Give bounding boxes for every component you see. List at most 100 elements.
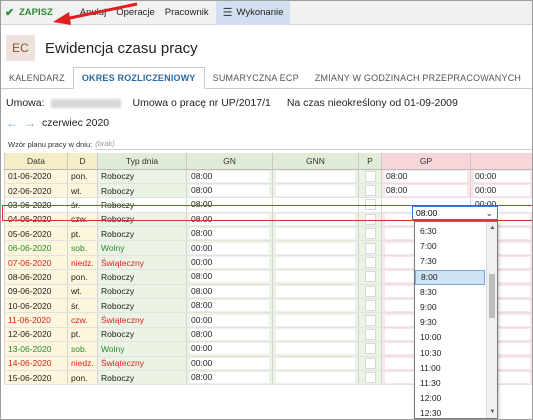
- cell-p-checkbox[interactable]: [358, 226, 382, 242]
- cell-p-checkbox[interactable]: [358, 298, 382, 314]
- cell-gnn[interactable]: [272, 212, 359, 228]
- cell-p-checkbox[interactable]: [358, 356, 382, 371]
- cell-p-checkbox[interactable]: [358, 212, 382, 228]
- cell-p-checkbox[interactable]: [358, 169, 382, 184]
- checkbox[interactable]: [364, 372, 376, 384]
- checkbox[interactable]: [364, 357, 376, 369]
- tab-zmiany-w-godzinach[interactable]: ZMIANY W GODZINACH PRZEPRACOWANYCH: [307, 67, 529, 88]
- checkbox[interactable]: [364, 314, 376, 326]
- cell-gnn[interactable]: [272, 226, 359, 242]
- checkbox[interactable]: [364, 271, 376, 283]
- table-row[interactable]: 01-06-2020 pon. Roboczy 08:00 08:00 00:00: [4, 169, 532, 184]
- dropdown-option[interactable]: 10:30: [415, 346, 485, 361]
- checkbox[interactable]: [364, 213, 376, 225]
- tab-kalendarz[interactable]: KALENDARZ: [1, 67, 73, 88]
- cell-p-checkbox[interactable]: [358, 370, 382, 386]
- cell-gnn[interactable]: [272, 312, 359, 328]
- cell-gnn[interactable]: [272, 284, 359, 300]
- cell-extra[interactable]: 00:00: [470, 169, 532, 184]
- dropdown-option[interactable]: 11:30: [415, 376, 485, 391]
- cancel-button[interactable]: Anuluj: [58, 1, 111, 25]
- dropdown-option[interactable]: 11:00: [415, 361, 485, 376]
- cell-gnn[interactable]: [272, 370, 359, 386]
- dropdown-option[interactable]: 9:00: [415, 300, 485, 315]
- cell-gp[interactable]: 08:00: [381, 169, 471, 184]
- scroll-down-icon[interactable]: ▼: [487, 407, 497, 417]
- dropdown-option[interactable]: 9:30: [415, 315, 485, 330]
- checkbox[interactable]: [364, 185, 376, 197]
- next-month-arrow-icon[interactable]: →: [24, 116, 36, 130]
- cell-gnn[interactable]: [272, 183, 359, 199]
- cell-gn[interactable]: 08:00: [186, 269, 273, 285]
- cell-gn[interactable]: 08:00: [186, 327, 273, 343]
- cell-gn[interactable]: 00:00: [186, 240, 273, 256]
- dropdown-option[interactable]: 7:30: [415, 254, 485, 269]
- cell-gn[interactable]: 00:00: [186, 255, 273, 271]
- cell-p-checkbox[interactable]: [358, 284, 382, 300]
- cell-gn[interactable]: 08:00: [186, 183, 273, 199]
- execution-menu[interactable]: ☰ Wykonanie: [215, 1, 291, 25]
- cell-gnn[interactable]: [272, 356, 359, 371]
- dropdown-option[interactable]: 10:00: [415, 330, 485, 345]
- checkbox[interactable]: [364, 199, 376, 211]
- checkbox[interactable]: [364, 228, 376, 240]
- checkbox[interactable]: [364, 328, 376, 340]
- checkbox[interactable]: [364, 170, 376, 182]
- cell-gn[interactable]: 00:00: [186, 341, 273, 357]
- save-button[interactable]: ✔ ZAPISZ: [1, 1, 58, 25]
- checkbox[interactable]: [364, 257, 376, 269]
- cell-extra[interactable]: 00:00: [470, 183, 532, 199]
- header-date[interactable]: Data: [4, 153, 68, 170]
- gp-time-select[interactable]: 08:00 ⌄: [412, 206, 498, 220]
- dropdown-scrollbar[interactable]: ▲ ▼: [486, 222, 497, 418]
- prev-month-arrow-icon[interactable]: ←: [6, 116, 18, 130]
- cell-p-checkbox[interactable]: [358, 269, 382, 285]
- scroll-up-icon[interactable]: ▲: [487, 223, 497, 233]
- cell-gn[interactable]: 08:00: [186, 298, 273, 314]
- cell-gn[interactable]: 08:00: [186, 169, 273, 184]
- checkbox[interactable]: [364, 285, 376, 297]
- cell-p-checkbox[interactable]: [358, 327, 382, 343]
- dropdown-option[interactable]: 7:00: [415, 239, 485, 254]
- dropdown-option[interactable]: 6:30: [415, 224, 485, 239]
- cell-p-checkbox[interactable]: [358, 341, 382, 357]
- checkbox[interactable]: [364, 343, 376, 355]
- dropdown-option[interactable]: 8:30: [415, 285, 485, 300]
- pattern-input[interactable]: (brak): [95, 138, 532, 150]
- cell-gp[interactable]: 08:00: [381, 183, 471, 199]
- dropdown-option[interactable]: 12:00: [415, 391, 485, 406]
- cell-gnn[interactable]: [272, 197, 359, 213]
- cell-p-checkbox[interactable]: [358, 197, 382, 213]
- header-day-type[interactable]: Typ dnia: [97, 153, 187, 170]
- cell-gnn[interactable]: [272, 269, 359, 285]
- cell-gn[interactable]: 08:00: [186, 284, 273, 300]
- cell-gn[interactable]: 08:00: [186, 197, 273, 213]
- cell-gnn[interactable]: [272, 169, 359, 184]
- cell-gn[interactable]: 00:00: [186, 356, 273, 371]
- dropdown-option[interactable]: 12:30: [415, 406, 485, 418]
- scroll-thumb[interactable]: [489, 274, 495, 318]
- header-gp[interactable]: GP: [381, 153, 471, 170]
- checkbox[interactable]: [364, 300, 376, 312]
- cell-p-checkbox[interactable]: [358, 240, 382, 256]
- cell-gnn[interactable]: [272, 240, 359, 256]
- header-gn[interactable]: GN: [186, 153, 273, 170]
- cell-gn[interactable]: 08:00: [186, 212, 273, 228]
- cell-p-checkbox[interactable]: [358, 312, 382, 328]
- cell-gnn[interactable]: [272, 255, 359, 271]
- tab-okres-rozliczeniowy[interactable]: OKRES ROZLICZENIOWY: [72, 67, 205, 89]
- cell-gn[interactable]: 08:00: [186, 226, 273, 242]
- cell-gnn[interactable]: [272, 327, 359, 343]
- cell-gnn[interactable]: [272, 298, 359, 314]
- employee-menu[interactable]: Pracownik: [160, 1, 214, 25]
- checkbox[interactable]: [364, 242, 376, 254]
- tab-sumaryczna-ecp[interactable]: SUMARYCZNA ECP: [205, 67, 307, 88]
- cell-p-checkbox[interactable]: [358, 183, 382, 199]
- cell-gn[interactable]: 00:00: [186, 312, 273, 328]
- cell-gn[interactable]: 08:00: [186, 370, 273, 386]
- table-row[interactable]: 02-06-2020 wt. Roboczy 08:00 08:00 00:00: [4, 183, 532, 199]
- dropdown-option[interactable]: 8:00: [415, 269, 485, 285]
- cell-gnn[interactable]: [272, 341, 359, 357]
- operations-menu[interactable]: Operacje: [111, 1, 160, 25]
- header-day[interactable]: D: [67, 153, 98, 170]
